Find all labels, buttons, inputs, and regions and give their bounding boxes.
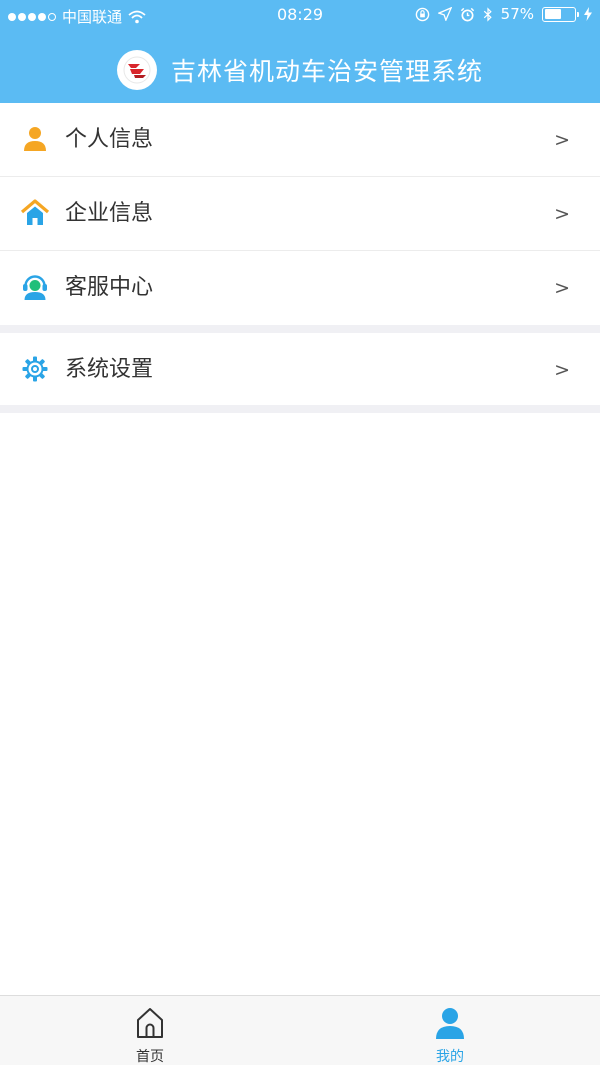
menu-item-label: 企业信息 [65,201,154,226]
tab-bar: 首页 我的 [0,995,600,1065]
battery-icon [542,6,579,22]
menu-item-personal-info[interactable]: 个人信息 > [0,103,600,177]
tab-label: 我的 [436,1049,464,1065]
home-icon [21,199,49,225]
menu-group-settings: 系统设置 > [0,333,600,407]
chevron-right-icon: > [554,129,570,151]
orientation-lock-icon [415,7,429,21]
status-bar: 中国联通 08:29 57% [0,0,600,32]
tab-profile[interactable]: 我的 [300,996,600,1065]
charging-icon [584,7,592,21]
profile-icon [436,1008,464,1039]
menu-item-label: 个人信息 [65,127,154,152]
location-icon [437,7,452,21]
battery-percent: 57% [500,5,534,23]
chevron-right-icon: > [554,277,570,299]
chevron-right-icon: > [554,203,570,225]
menu-item-label: 客服中心 [65,275,154,300]
tab-home[interactable]: 首页 [0,996,300,1065]
menu-group-main: 个人信息 > 企业信息 > 客服中心 > [0,103,600,325]
app-logo-icon [116,49,157,90]
screen: 中国联通 08:29 57% 吉林省机动车治安管理系统 个人信息 > 企业信息 … [0,0,600,1065]
home-outline-icon [137,1008,163,1038]
menu-item-label: 系统设置 [65,357,154,382]
menu-item-customer-service[interactable]: 客服中心 > [0,251,600,325]
tab-label: 首页 [136,1049,164,1065]
menu-item-system-settings[interactable]: 系统设置 > [0,333,600,407]
user-icon [24,127,46,151]
page-title: 吉林省机动车治安管理系统 [170,56,483,86]
customer-service-icon [23,275,47,300]
alarm-icon [460,7,474,21]
gear-icon [22,356,48,382]
bluetooth-icon [483,6,492,22]
section-divider [0,405,600,413]
nav-bar: 吉林省机动车治安管理系统 [0,36,600,103]
header: 中国联通 08:29 57% 吉林省机动车治安管理系统 [0,0,600,103]
section-divider [0,325,600,333]
status-right: 57% [415,5,592,23]
menu-item-company-info[interactable]: 企业信息 > [0,177,600,251]
chevron-right-icon: > [554,359,570,381]
